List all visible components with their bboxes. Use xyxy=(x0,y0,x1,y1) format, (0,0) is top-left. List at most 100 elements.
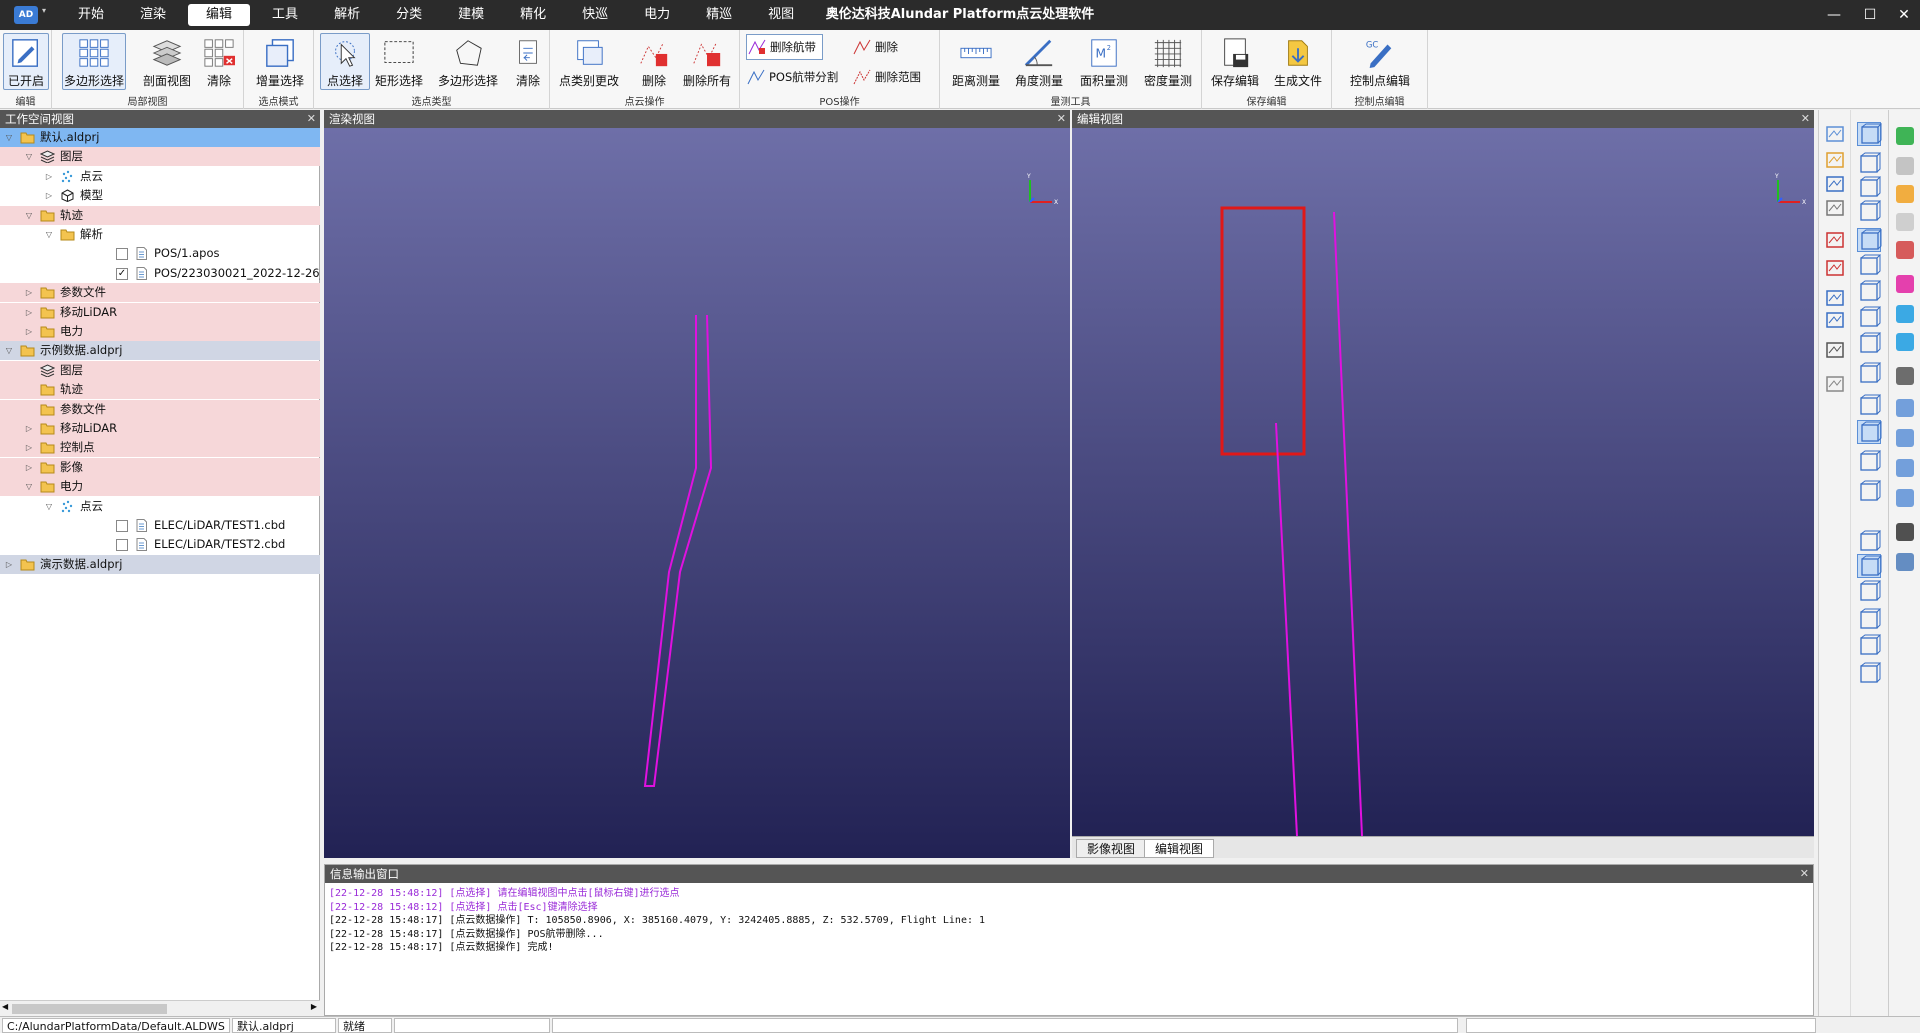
tool-icon-17[interactable] xyxy=(1857,608,1882,632)
expand-arrow-icon[interactable]: ▷ xyxy=(24,438,34,457)
tool-icon-2[interactable] xyxy=(1857,176,1882,200)
expand-arrow-icon[interactable]: ▷ xyxy=(44,186,54,205)
density-measure-button[interactable]: 密度量测 xyxy=(1140,33,1196,90)
close-button[interactable]: ✕ xyxy=(1886,0,1920,30)
change-class-button[interactable]: 点类别更改 xyxy=(554,33,624,90)
color-tool-icon-14[interactable] xyxy=(1893,550,1917,574)
tree-node[interactable]: ✓ POS/223030021_2022-12-26_13-1 xyxy=(0,264,320,283)
menu-item-7[interactable]: 精化 xyxy=(502,4,564,26)
menu-item-8[interactable]: 快巡 xyxy=(564,4,626,26)
cloud-icon[interactable] xyxy=(1823,308,1847,332)
tool-icon-11[interactable] xyxy=(1857,420,1883,444)
tool-icon-15[interactable] xyxy=(1857,554,1883,578)
tool-icon-8[interactable] xyxy=(1857,332,1882,356)
tree-node[interactable]: ▷ 模型 xyxy=(0,186,320,205)
expand-arrow-icon[interactable]: ▷ xyxy=(4,555,14,574)
angle-measure-button[interactable]: 角度测量 xyxy=(1012,33,1066,90)
color-tool-icon-13[interactable] xyxy=(1893,520,1917,544)
edit-view-close-button[interactable]: ✕ xyxy=(1801,110,1810,128)
menu-item-1[interactable]: 渲染 xyxy=(122,4,184,26)
tree-node[interactable]: ▷ 控制点 xyxy=(0,438,320,458)
pause-icon[interactable] xyxy=(1823,372,1847,396)
app-logo[interactable]: AD xyxy=(14,6,38,24)
tree-checkbox[interactable] xyxy=(116,539,128,552)
tree-node[interactable]: ▷ 电力 xyxy=(0,322,320,341)
tree-node[interactable]: ▽ 默认.aldprj xyxy=(0,128,320,147)
quick-access-dropdown-icon[interactable]: ▾ xyxy=(42,6,46,15)
tree-node[interactable]: ▽ 图层 xyxy=(0,147,320,167)
tool-icon-4[interactable] xyxy=(1857,228,1883,252)
menu-item-9[interactable]: 电力 xyxy=(626,4,688,26)
color-tool-icon-5[interactable] xyxy=(1893,272,1917,296)
incremental-select-button[interactable]: 增量选择 xyxy=(252,33,308,90)
minimize-button[interactable]: — xyxy=(1816,0,1852,30)
tree-node[interactable]: ELEC/LiDAR/TEST1.cbd xyxy=(0,516,320,535)
tree-checkbox[interactable] xyxy=(116,248,128,261)
pos-delete-button[interactable]: 删除 xyxy=(852,34,898,60)
collapse-arrow-icon[interactable]: ▽ xyxy=(24,147,34,166)
color-tool-icon-7[interactable] xyxy=(1893,330,1917,354)
tool-icon-18[interactable] xyxy=(1857,634,1882,658)
tree-node[interactable]: ▷ 影像 xyxy=(0,457,320,477)
delete-range-icon[interactable] xyxy=(1823,256,1847,280)
tool-icon-9[interactable] xyxy=(1857,362,1882,386)
pencil-icon[interactable] xyxy=(1823,286,1847,310)
edit-enabled-button[interactable]: 已开启 xyxy=(3,33,49,90)
distance-measure-button[interactable]: 距离测量 xyxy=(948,33,1004,90)
color-tool-icon-8[interactable] xyxy=(1893,364,1917,388)
expand-arrow-icon[interactable]: ▷ xyxy=(24,283,34,302)
tree-node[interactable]: ▽ 电力 xyxy=(0,477,320,497)
pos-strip-split-button[interactable]: POS航带分割 xyxy=(746,64,838,90)
point-select-button[interactable]: 点选择 xyxy=(320,33,370,90)
layers-icon[interactable] xyxy=(1823,122,1847,146)
expand-arrow-icon[interactable]: ▷ xyxy=(24,303,34,322)
delete-all-points-button[interactable]: 删除所有 xyxy=(678,33,736,90)
expand-arrow-icon[interactable]: ▷ xyxy=(44,167,54,186)
color-tool-icon-2[interactable] xyxy=(1893,182,1917,206)
tool-icon-5[interactable] xyxy=(1857,254,1882,278)
tree-checkbox[interactable]: ✓ xyxy=(116,267,128,280)
rectangle-select-button[interactable]: 矩形选择 xyxy=(374,33,424,90)
color-tool-icon-12[interactable] xyxy=(1893,486,1917,510)
tool-icon-0[interactable] xyxy=(1857,122,1883,146)
menu-item-10[interactable]: 精巡 xyxy=(688,4,750,26)
output-close-button[interactable]: ✕ xyxy=(1800,865,1809,883)
color-tool-icon-11[interactable] xyxy=(1893,456,1917,480)
tree-node[interactable]: ▽ 解析 xyxy=(0,225,320,244)
render-view-close-button[interactable]: ✕ xyxy=(1057,110,1066,128)
tree-node[interactable]: ▷ 参数文件 xyxy=(0,283,320,303)
tree-checkbox[interactable] xyxy=(116,520,128,532)
area-measure-button[interactable]: M2 面积量测 xyxy=(1076,33,1132,90)
color-tool-icon-0[interactable] xyxy=(1893,124,1917,148)
delete-icon[interactable] xyxy=(1823,228,1847,252)
tree-node[interactable]: 参数文件 xyxy=(0,399,320,419)
tree-horizontal-scrollbar[interactable]: ◀ ▶ xyxy=(0,1000,320,1016)
tree-node[interactable]: ELEC/LiDAR/TEST2.cbd xyxy=(0,535,320,554)
color-tool-icon-9[interactable] xyxy=(1893,396,1917,420)
color-tool-icon-3[interactable] xyxy=(1893,210,1917,234)
collapse-arrow-icon[interactable]: ▽ xyxy=(44,497,54,516)
maximize-button[interactable]: ☐ xyxy=(1852,0,1888,30)
expand-arrow-icon[interactable]: ▷ xyxy=(24,458,34,477)
menu-item-6[interactable]: 建模 xyxy=(440,4,502,26)
tool-icon-1[interactable] xyxy=(1857,152,1882,176)
tree-node[interactable]: ▷ 演示数据.aldprj xyxy=(0,554,320,574)
workspace-close-button[interactable]: ✕ xyxy=(307,110,316,128)
control-point-edit-button[interactable]: GC 控制点编辑 xyxy=(1338,33,1422,90)
tree-node[interactable]: ▽ 点云 xyxy=(0,497,320,516)
delete-range-button[interactable]: 删除范围 xyxy=(852,64,921,90)
menu-item-0[interactable]: 开始 xyxy=(60,4,122,26)
tool-icon-6[interactable] xyxy=(1857,280,1882,304)
delete-points-button[interactable]: 删除 xyxy=(634,33,674,90)
expand-arrow-icon[interactable]: ▷ xyxy=(24,419,34,438)
menu-item-4[interactable]: 解析 xyxy=(316,4,378,26)
menu-item-2[interactable]: 编辑 xyxy=(188,4,251,26)
tree-node[interactable]: ▽ 示例数据.aldprj xyxy=(0,341,320,361)
measure-icon[interactable] xyxy=(1823,172,1847,196)
tree-node[interactable]: 图层 xyxy=(0,360,320,380)
scrollbar-thumb[interactable] xyxy=(12,1004,167,1014)
tool-icon-16[interactable] xyxy=(1857,580,1882,604)
tree-node[interactable]: POS/1.apos xyxy=(0,244,320,263)
polygon-select-local-button[interactable]: 多边形选择 xyxy=(62,33,126,90)
scroll-right-icon[interactable]: ▶ xyxy=(311,1002,317,1011)
